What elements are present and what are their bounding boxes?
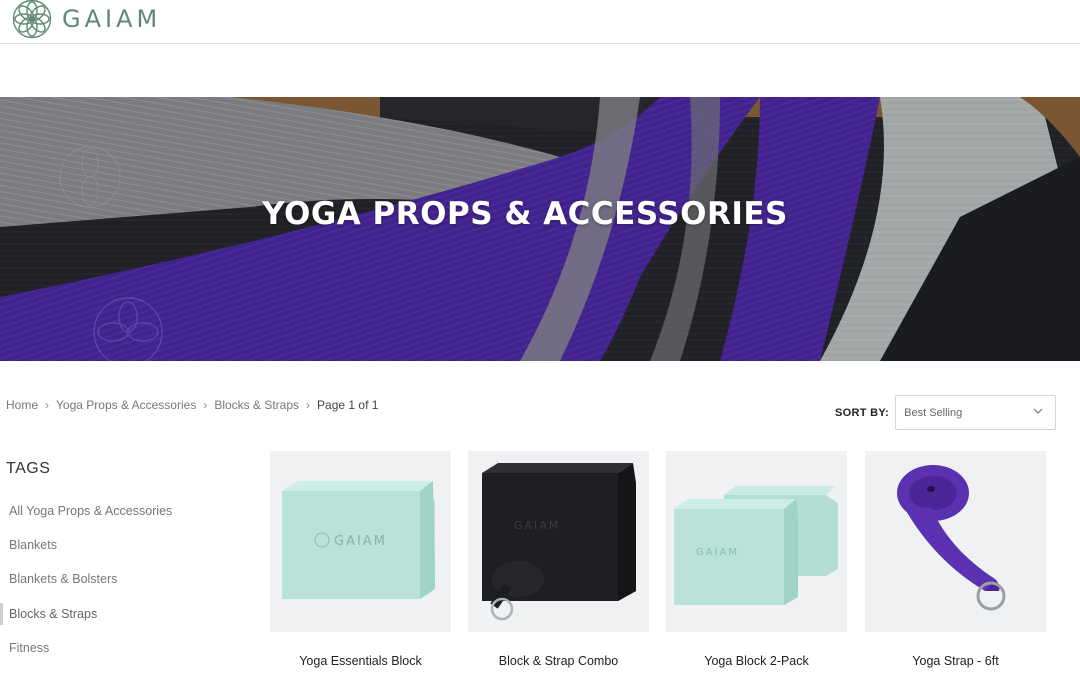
mint-block-2pack-image[interactable]: GAIAM: [666, 451, 847, 632]
breadcrumb-home-link[interactable]: Home: [6, 398, 38, 412]
breadcrumb-current-page: Page 1 of 1: [317, 398, 379, 412]
breadcrumb: Home › Yoga Props & Accessories › Blocks…: [6, 398, 378, 412]
chevron-down-icon: [1033, 408, 1043, 414]
svg-text:GAIAM: GAIAM: [514, 519, 560, 532]
logo-text: GAIAM: [62, 5, 162, 33]
svg-text:GAIAM: GAIAM: [696, 547, 739, 558]
breadcrumb-chevron-icon: ›: [203, 398, 208, 412]
gaiam-logo-link[interactable]: GAIAM: [12, 0, 162, 39]
tag-blankets[interactable]: Blankets: [0, 534, 240, 556]
svg-text:GAIAM: GAIAM: [334, 534, 387, 549]
category-hero-banner: YOGA PROPS & ACCESSORIES: [0, 97, 1080, 361]
sort-select-dropdown[interactable]: Best Selling: [895, 395, 1057, 430]
product-card[interactable]: GAIAM Yoga Essentials Block: [270, 451, 451, 668]
sort-label: SORT BY:: [835, 406, 890, 419]
tag-blocks-straps[interactable]: Blocks & Straps: [0, 603, 240, 625]
product-card[interactable]: Yoga Strap - 6ft: [865, 451, 1046, 668]
hero-title: YOGA PROPS & ACCESSORIES: [262, 196, 788, 232]
product-name[interactable]: Yoga Strap - 6ft: [845, 654, 1066, 668]
product-card[interactable]: GAIAM Yoga Block 2-Pack: [666, 451, 847, 668]
tag-fitness[interactable]: Fitness: [0, 637, 240, 659]
tags-heading: TAGS: [6, 460, 51, 477]
breadcrumb-blocks-straps-link[interactable]: Blocks & Straps: [214, 398, 299, 412]
gaiam-flower-icon: [12, 0, 52, 39]
sort-selected-value: Best Selling: [904, 406, 963, 419]
sort-control: SORT BY: Best Selling: [835, 395, 1057, 430]
tag-blankets-bolsters[interactable]: Blankets & Bolsters: [0, 568, 240, 590]
tag-all-yoga-props[interactable]: All Yoga Props & Accessories: [0, 500, 240, 522]
mint-block-image[interactable]: GAIAM: [270, 451, 451, 632]
product-name[interactable]: Block & Strap Combo: [448, 654, 669, 668]
breadcrumb-yoga-props-link[interactable]: Yoga Props & Accessories: [56, 398, 196, 412]
black-block-strap-image[interactable]: GAIAM: [468, 451, 649, 632]
purple-strap-image[interactable]: [865, 451, 1046, 632]
breadcrumb-chevron-icon: ›: [45, 398, 50, 412]
site-header: GAIAM: [0, 0, 1080, 44]
breadcrumb-chevron-icon: ›: [306, 398, 311, 412]
product-name[interactable]: Yoga Essentials Block: [250, 654, 471, 668]
product-name[interactable]: Yoga Block 2-Pack: [646, 654, 867, 668]
product-card[interactable]: GAIAM Block & Strap Combo: [468, 451, 649, 668]
